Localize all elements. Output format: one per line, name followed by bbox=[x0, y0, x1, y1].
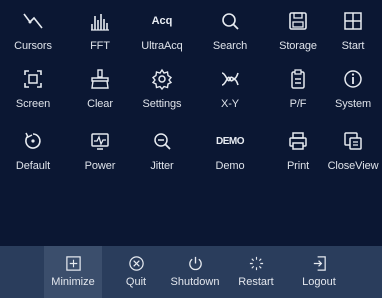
settings-label: Settings bbox=[142, 98, 182, 110]
acq-icon-text: Acq bbox=[151, 15, 173, 27]
search-icon bbox=[217, 8, 243, 34]
power-analysis-icon bbox=[87, 128, 113, 154]
storage-icon bbox=[285, 8, 311, 34]
print-button[interactable]: Print bbox=[267, 124, 329, 180]
power-analysis-button[interactable]: Power bbox=[69, 124, 131, 180]
function-menu: Cursors FFT Acq UltraAcq Search Storage bbox=[0, 0, 382, 298]
fft-button[interactable]: FFT bbox=[69, 4, 131, 60]
default-icon bbox=[20, 128, 46, 154]
shutdown-label: Shutdown bbox=[170, 276, 220, 288]
minimize-button[interactable]: Minimize bbox=[44, 246, 102, 298]
closeview-button[interactable]: CloseView bbox=[322, 124, 382, 180]
closeview-icon bbox=[340, 128, 366, 154]
start-icon bbox=[340, 8, 366, 34]
restart-button[interactable]: Restart bbox=[229, 246, 283, 298]
print-label: Print bbox=[286, 160, 310, 172]
cursors-button[interactable]: Cursors bbox=[2, 4, 64, 60]
cursors-label: Cursors bbox=[14, 40, 52, 52]
bottom-bar: Minimize Quit Shutdown Restart Logout bbox=[0, 246, 382, 298]
fft-icon bbox=[87, 8, 113, 34]
settings-button[interactable]: Settings bbox=[131, 62, 193, 118]
clear-button[interactable]: Clear bbox=[69, 62, 131, 118]
logout-icon bbox=[309, 253, 329, 273]
ultraacq-button[interactable]: Acq UltraAcq bbox=[131, 4, 193, 60]
restart-icon bbox=[246, 253, 266, 273]
search-button[interactable]: Search bbox=[199, 4, 261, 60]
shutdown-icon bbox=[185, 253, 205, 273]
system-label: System bbox=[334, 98, 372, 110]
jitter-icon bbox=[149, 128, 175, 154]
quit-icon bbox=[126, 253, 146, 273]
screen-icon bbox=[20, 66, 46, 92]
start-label: Start bbox=[341, 40, 365, 52]
power-label: Power bbox=[84, 160, 116, 172]
clear-label: Clear bbox=[87, 98, 113, 110]
pass-fail-label: P/F bbox=[289, 98, 307, 110]
pass-fail-icon bbox=[285, 66, 311, 92]
minimize-label: Minimize bbox=[51, 276, 95, 288]
search-label: Search bbox=[212, 40, 248, 52]
logout-button[interactable]: Logout bbox=[292, 246, 346, 298]
closeview-label: CloseView bbox=[327, 160, 379, 172]
cursors-icon bbox=[20, 8, 46, 34]
shutdown-button[interactable]: Shutdown bbox=[164, 246, 226, 298]
xy-button[interactable]: X-Y bbox=[199, 62, 261, 118]
default-button[interactable]: Default bbox=[2, 124, 64, 180]
xy-icon bbox=[217, 66, 243, 92]
xy-label: X-Y bbox=[220, 98, 240, 110]
printer-icon bbox=[285, 128, 311, 154]
storage-button[interactable]: Storage bbox=[267, 4, 329, 60]
pass-fail-button[interactable]: P/F bbox=[267, 62, 329, 118]
jitter-label: Jitter bbox=[150, 160, 174, 172]
screen-button[interactable]: Screen bbox=[2, 62, 64, 118]
quit-button[interactable]: Quit bbox=[114, 246, 158, 298]
demo-label: Demo bbox=[215, 160, 245, 172]
demo-icon: DEMO bbox=[216, 128, 245, 154]
demo-button[interactable]: DEMO Demo bbox=[199, 124, 261, 180]
info-icon bbox=[340, 66, 366, 92]
restart-label: Restart bbox=[238, 276, 274, 288]
fft-label: FFT bbox=[90, 40, 110, 52]
jitter-button[interactable]: Jitter bbox=[131, 124, 193, 180]
storage-label: Storage bbox=[279, 40, 317, 52]
start-button[interactable]: Start bbox=[322, 4, 382, 60]
demo-icon-text: DEMO bbox=[216, 135, 245, 147]
screen-label: Screen bbox=[15, 98, 51, 110]
default-label: Default bbox=[15, 160, 51, 172]
logout-label: Logout bbox=[302, 276, 336, 288]
quit-label: Quit bbox=[125, 276, 147, 288]
gear-icon bbox=[149, 66, 175, 92]
minimize-icon bbox=[63, 253, 83, 273]
system-button[interactable]: System bbox=[322, 62, 382, 118]
clear-icon bbox=[87, 66, 113, 92]
ultraacq-label: UltraAcq bbox=[141, 40, 183, 52]
acq-icon: Acq bbox=[149, 8, 175, 34]
